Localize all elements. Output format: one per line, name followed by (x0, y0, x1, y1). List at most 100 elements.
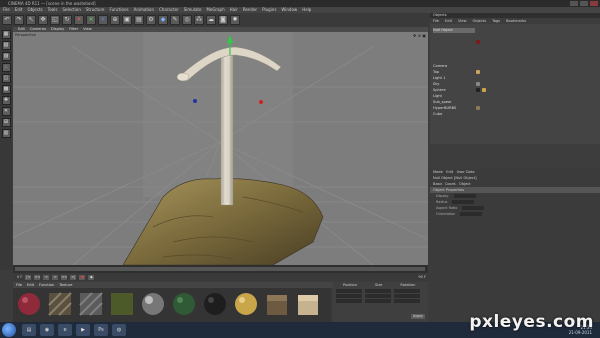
attr-menu-item[interactable]: User Data (457, 170, 475, 174)
frame-end[interactable]: 90 F (418, 275, 426, 279)
environment-icon[interactable]: ☁ (206, 15, 216, 25)
play-button[interactable]: > (52, 274, 59, 280)
position-z-field[interactable] (336, 299, 362, 303)
material-swatch-5[interactable] (140, 291, 166, 319)
viewport-menu-item[interactable]: Cameras (30, 27, 46, 32)
position-y-field[interactable] (336, 294, 362, 298)
x-axis-icon[interactable]: ✕ (74, 15, 84, 25)
attr-menu-item[interactable]: Edit (446, 170, 453, 174)
size-z-field[interactable] (365, 299, 391, 303)
render-view-icon[interactable]: ▣ (122, 15, 132, 25)
size-x-field[interactable] (365, 289, 391, 293)
render-picture-icon[interactable]: ▤ (134, 15, 144, 25)
phong-tag-icon[interactable] (476, 88, 480, 92)
material-swatch-1[interactable] (16, 291, 42, 319)
material-swatch-6[interactable] (171, 291, 197, 319)
redo-icon[interactable]: ↷ (14, 15, 24, 25)
material-swatch-10[interactable] (295, 291, 321, 319)
perspective-viewport[interactable]: Edit Cameras Display Filter View Perspec… (13, 27, 428, 265)
display-dropdown[interactable] (453, 194, 476, 198)
maximize-button[interactable] (580, 1, 588, 6)
previous-frame-button[interactable]: < (43, 274, 50, 280)
close-button[interactable] (590, 1, 598, 6)
position-x-field[interactable] (336, 289, 362, 293)
next-key-button[interactable]: >> (61, 274, 68, 280)
material-swatch-9[interactable] (264, 291, 290, 319)
media-player-icon[interactable]: ▶ (76, 324, 90, 336)
viewport-menu-item[interactable]: Edit (18, 27, 25, 32)
edges-mode-icon[interactable]: ◫ (1, 74, 11, 83)
texture-tag-icon[interactable] (476, 70, 480, 74)
axis-mode-icon[interactable]: ✚ (1, 96, 11, 105)
tweak-mode-icon[interactable]: ✕ (1, 107, 11, 116)
camera-icon[interactable]: ◙ (218, 15, 228, 25)
viewport-menu-item[interactable]: Filter (69, 27, 78, 32)
photoshop-icon[interactable]: Ps (94, 324, 108, 336)
size-y-field[interactable] (365, 294, 391, 298)
texture-mode-icon[interactable]: ▨ (1, 52, 11, 61)
attr-menu-item[interactable]: Mode (433, 170, 443, 174)
coordinate-icon[interactable]: ⊕ (110, 15, 120, 25)
go-to-end-button[interactable]: >| (70, 274, 77, 280)
workplane-icon[interactable]: ▥ (1, 129, 11, 138)
subdivision-icon[interactable]: ◎ (182, 15, 192, 25)
material-swatch-7[interactable] (202, 291, 228, 319)
snap-icon[interactable]: ⊞ (1, 118, 11, 127)
object-row[interactable]: Camera (433, 64, 447, 69)
tab-basic[interactable]: Basic (433, 182, 443, 186)
object-row[interactable]: Null Object (433, 28, 475, 33)
chrome-icon[interactable]: ◉ (40, 324, 54, 336)
rotation-p-field[interactable] (394, 294, 420, 298)
object-row[interactable]: Light 1 (433, 76, 445, 81)
material-tag-icon[interactable] (476, 40, 480, 44)
viewport-menu-item[interactable]: View (83, 27, 92, 32)
live-select-icon[interactable]: ↖ (26, 15, 36, 25)
material-swatch-8[interactable] (233, 291, 259, 319)
move-icon[interactable]: ✥ (38, 15, 48, 25)
minimize-button[interactable] (570, 1, 578, 6)
previous-key-button[interactable]: << (34, 274, 41, 280)
material-tag-icon[interactable] (482, 88, 486, 92)
ie-icon[interactable]: e (58, 324, 72, 336)
object-row[interactable]: Cube (433, 112, 442, 117)
apply-button[interactable]: Apply (411, 314, 425, 319)
viewport-nav-icons[interactable]: ✥ ⊕ ▣ (413, 33, 426, 38)
rotation-b-field[interactable] (394, 299, 420, 303)
object-row[interactable]: Sub_spear (433, 100, 452, 105)
object-row[interactable]: Top (433, 70, 439, 75)
sky-tag-icon[interactable] (476, 82, 480, 86)
object-row[interactable]: Sky (433, 82, 439, 87)
y-axis-icon[interactable]: ✕ (86, 15, 96, 25)
rotation-h-field[interactable] (394, 289, 420, 293)
timeline[interactable] (13, 265, 428, 273)
pen-icon[interactable]: ✎ (170, 15, 180, 25)
keyframe-button[interactable]: ◆ (88, 274, 95, 280)
material-swatch-3[interactable] (78, 291, 104, 319)
start-button[interactable] (2, 323, 16, 337)
radius-field[interactable] (452, 200, 475, 204)
go-to-start-button[interactable]: |< (25, 274, 32, 280)
points-mode-icon[interactable]: ∴ (1, 63, 11, 72)
material-swatch-2[interactable] (47, 291, 73, 319)
tab-object[interactable]: Object (459, 182, 471, 186)
polygons-mode-icon[interactable]: ▩ (1, 85, 11, 94)
render-settings-icon[interactable]: ⚙ (146, 15, 156, 25)
timeline-ruler[interactable] (15, 267, 425, 271)
scale-icon[interactable]: ◱ (50, 15, 60, 25)
cinema4d-icon[interactable]: ◍ (112, 324, 126, 336)
viewport-menu-item[interactable]: Display (51, 27, 64, 32)
aspect-ratio-field[interactable] (462, 206, 485, 210)
object-row[interactable]: Light (433, 94, 442, 99)
object-row[interactable]: HyperNURBS (433, 106, 456, 111)
explorer-icon[interactable]: ▤ (22, 324, 36, 336)
cube-icon[interactable]: ◆ (158, 15, 168, 25)
z-axis-icon[interactable]: ✕ (98, 15, 108, 25)
light-icon[interactable]: ✹ (230, 15, 240, 25)
array-icon[interactable]: ⁂ (194, 15, 204, 25)
rotate-icon[interactable]: ↻ (62, 15, 72, 25)
frame-start[interactable]: 0 F (17, 275, 22, 279)
model-mode-icon[interactable]: ▦ (1, 30, 11, 39)
object-row[interactable]: Sphere (433, 88, 446, 93)
material-swatch-4[interactable] (109, 291, 135, 319)
object-mode-icon[interactable]: ▧ (1, 41, 11, 50)
